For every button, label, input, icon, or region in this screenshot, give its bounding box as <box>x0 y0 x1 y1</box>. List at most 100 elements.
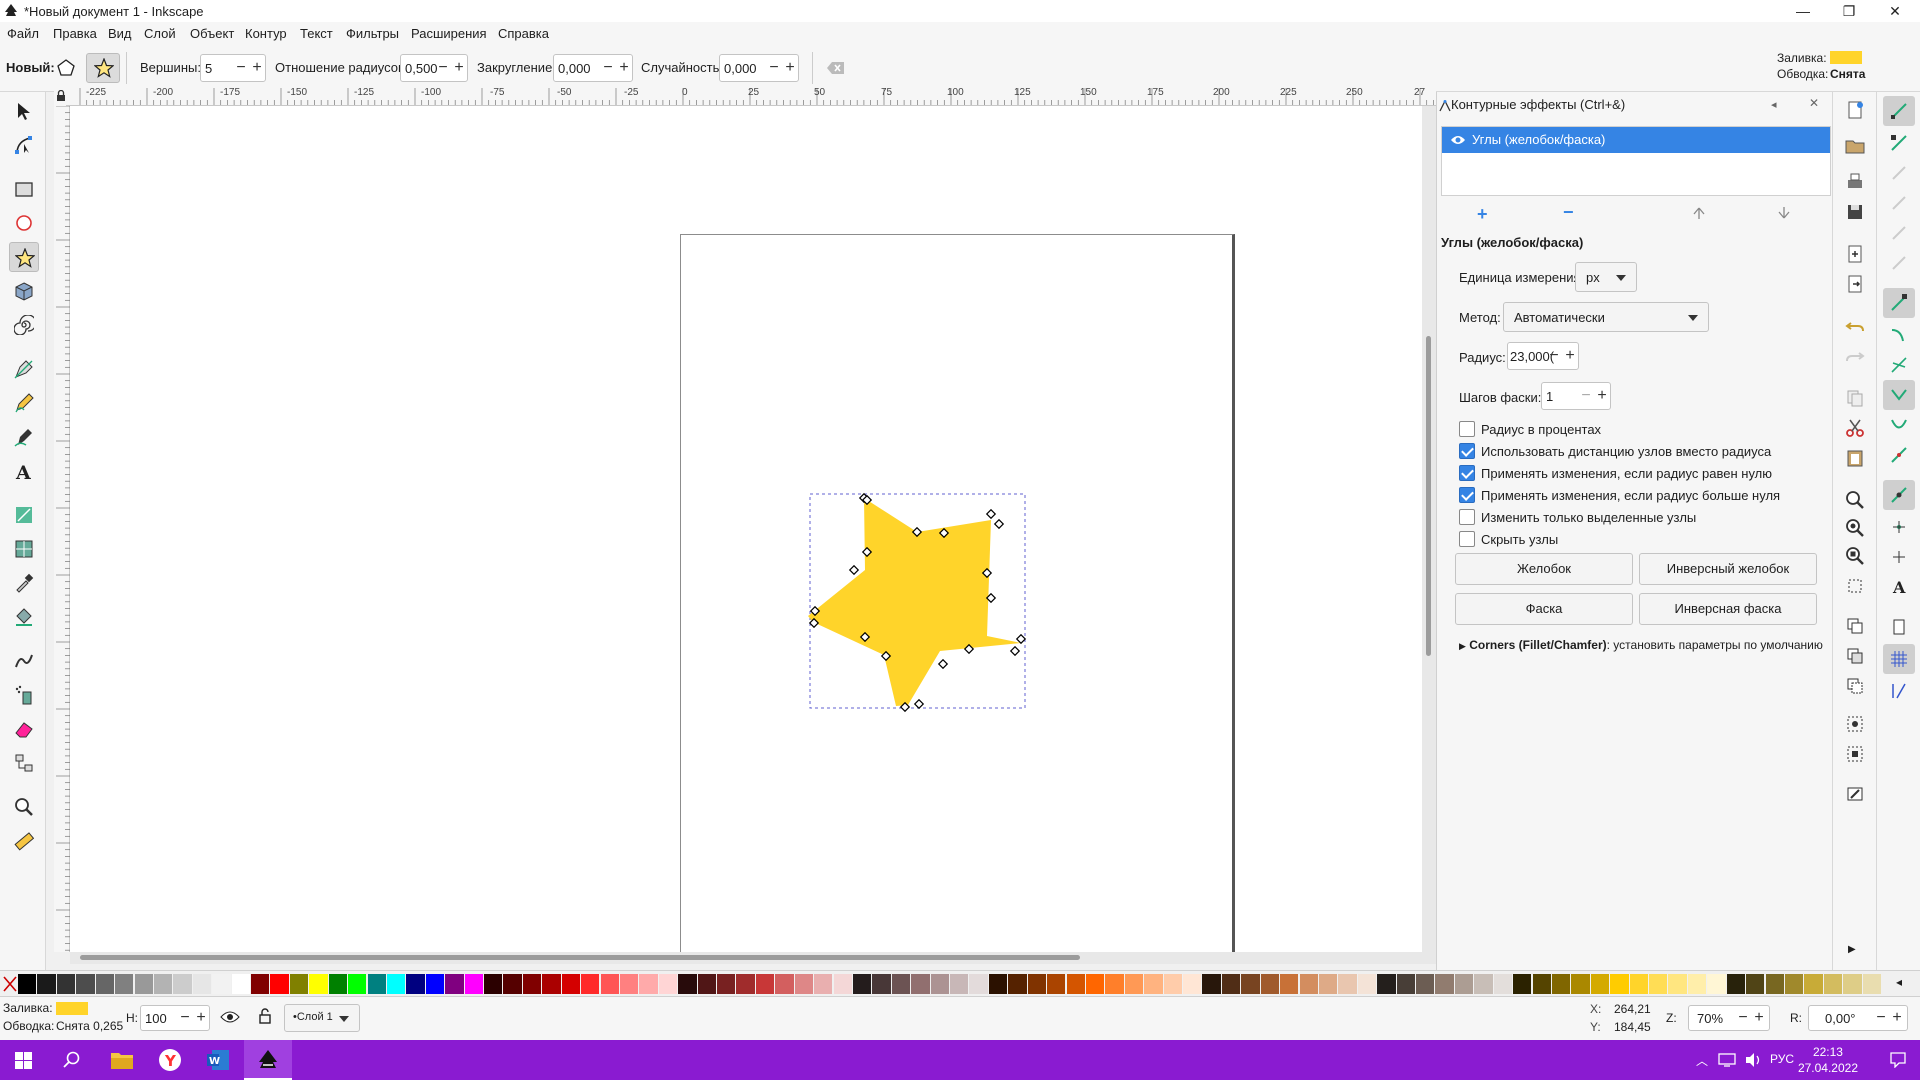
layer-lock-icon[interactable] <box>258 1007 272 1025</box>
chamfer-steps-value[interactable]: 1 <box>1546 389 1553 404</box>
zoom-selection-icon[interactable] <box>1843 488 1867 512</box>
palette-swatch[interactable] <box>95 974 115 994</box>
opacity-decrement[interactable]: − <box>177 1007 193 1029</box>
palette-swatch[interactable] <box>1027 974 1047 994</box>
palette-swatch[interactable] <box>445 974 464 994</box>
palette-swatch[interactable] <box>969 974 988 994</box>
ellipse-tool[interactable] <box>9 208 39 238</box>
connector-tool[interactable] <box>9 748 39 778</box>
layer-visibility-eye-icon[interactable] <box>220 1009 240 1025</box>
palette-swatch[interactable] <box>1746 974 1765 994</box>
ratio-spinbox[interactable]: 0,500 − + <box>400 54 468 82</box>
rounding-increment[interactable]: + <box>616 57 632 79</box>
opacity-value[interactable]: 100 <box>145 1011 167 1026</box>
palette-swatch[interactable] <box>1649 974 1668 994</box>
palette-swatch[interactable] <box>1513 974 1532 994</box>
drawing-canvas[interactable] <box>70 106 1422 952</box>
checkbox-use-knot-distance[interactable] <box>1459 443 1475 459</box>
palette-swatch[interactable] <box>891 974 911 994</box>
save-icon[interactable] <box>1843 200 1867 224</box>
snap-bbox[interactable] <box>1883 128 1915 158</box>
palette-swatch[interactable] <box>1124 974 1144 994</box>
taskbar-word[interactable]: W <box>194 1040 242 1080</box>
opacity-increment[interactable]: + <box>193 1007 209 1029</box>
palette-swatch[interactable] <box>1085 974 1105 994</box>
search-button[interactable] <box>48 1040 96 1080</box>
palette-swatch[interactable] <box>134 974 153 994</box>
palette-swatch[interactable] <box>1221 974 1241 994</box>
palette-swatch[interactable] <box>697 974 716 994</box>
snap-smooth[interactable] <box>1883 410 1915 440</box>
palette-swatch[interactable] <box>1784 974 1804 994</box>
palette-swatch[interactable] <box>18 974 37 994</box>
palette-swatch[interactable] <box>1726 974 1746 994</box>
palette-swatch[interactable] <box>56 974 76 994</box>
zoom-in-button[interactable]: + <box>1751 1007 1767 1029</box>
menu-path[interactable]: Контур <box>245 26 287 41</box>
palette-swatch[interactable] <box>386 974 406 994</box>
palette-swatch[interactable] <box>1183 974 1202 994</box>
menu-text[interactable]: Текст <box>300 26 333 41</box>
palette-swatch[interactable] <box>1163 974 1182 994</box>
show-hidden-icons[interactable]: ︿ <box>1696 1052 1708 1069</box>
snap-guide[interactable] <box>1883 676 1915 706</box>
add-effect-icon[interactable]: + <box>1477 204 1488 225</box>
palette-swatch[interactable] <box>1454 974 1474 994</box>
steps-increment[interactable]: + <box>1594 385 1610 407</box>
palette-swatch[interactable] <box>1416 974 1435 994</box>
new-document-icon[interactable] <box>1843 98 1867 122</box>
no-paint-x-icon[interactable] <box>2 975 18 993</box>
gradient-tool[interactable] <box>9 500 39 530</box>
palette-swatch[interactable] <box>231 974 250 994</box>
palette-swatch[interactable] <box>814 974 833 994</box>
snap-text-baseline[interactable]: A <box>1883 572 1915 602</box>
palette-swatch[interactable] <box>1144 974 1163 994</box>
system-clock[interactable]: 22:13 27.04.2022 <box>1798 1044 1858 1076</box>
reset-defaults-button[interactable] <box>826 60 846 79</box>
spiral-tool[interactable] <box>9 310 39 340</box>
random-increment[interactable]: + <box>782 57 798 79</box>
pen-tool[interactable] <box>9 354 39 384</box>
print-icon[interactable] <box>1843 170 1867 194</box>
snap-toggle[interactable] <box>1883 96 1915 126</box>
move-up-icon[interactable] <box>1692 206 1706 220</box>
palette-swatch[interactable] <box>600 974 619 994</box>
dock-close-icon[interactable]: ✕ <box>1809 96 1819 110</box>
snap-bbox-corner[interactable] <box>1883 188 1915 218</box>
checkbox-hide-knots[interactable] <box>1459 531 1475 547</box>
checkbox-apply-positive-radius[interactable] <box>1459 487 1475 503</box>
copy-icon[interactable] <box>1843 386 1867 410</box>
checkbox-radius-percent[interactable] <box>1459 421 1475 437</box>
palette-swatch[interactable] <box>1377 974 1396 994</box>
notification-center-icon[interactable] <box>1890 1052 1906 1068</box>
group-icon[interactable] <box>1843 712 1867 736</box>
palette-swatch[interactable] <box>1202 974 1221 994</box>
zoom-tool[interactable] <box>9 792 39 822</box>
ungroup-icon[interactable] <box>1843 742 1867 766</box>
snap-bbox-midpoint[interactable] <box>1883 218 1915 248</box>
snap-page-border[interactable] <box>1883 612 1915 642</box>
taskbar-inkscape[interactable] <box>244 1040 292 1080</box>
palette-swatch[interactable] <box>1629 974 1648 994</box>
status-fill-swatch[interactable] <box>56 1002 88 1015</box>
snap-bbox-edge[interactable] <box>1883 158 1915 188</box>
palette-swatch[interactable] <box>717 974 736 994</box>
effect-list-item[interactable]: Углы (желобок/фаска) <box>1442 127 1830 153</box>
vertices-increment[interactable]: + <box>249 57 265 79</box>
palette-swatch[interactable] <box>192 974 212 994</box>
palette-swatch[interactable] <box>1571 974 1590 994</box>
cut-scissors-icon[interactable] <box>1843 416 1867 440</box>
snap-midpoints[interactable] <box>1883 440 1915 470</box>
import-icon[interactable] <box>1843 242 1867 266</box>
chamfer-button[interactable]: Фаска <box>1455 593 1633 625</box>
palette-swatch[interactable] <box>658 974 678 994</box>
close-button[interactable]: ✕ <box>1872 0 1918 22</box>
palette-swatch[interactable] <box>1862 974 1881 994</box>
3d-box-tool[interactable] <box>9 276 39 306</box>
zoom-spinbox[interactable]: 70% − + <box>1688 1005 1770 1031</box>
palette-swatch[interactable] <box>76 974 95 994</box>
paste-icon[interactable] <box>1843 446 1867 470</box>
eye-visible-icon[interactable] <box>1450 134 1466 146</box>
palette-swatch[interactable] <box>794 974 814 994</box>
palette-swatch[interactable] <box>561 974 581 994</box>
